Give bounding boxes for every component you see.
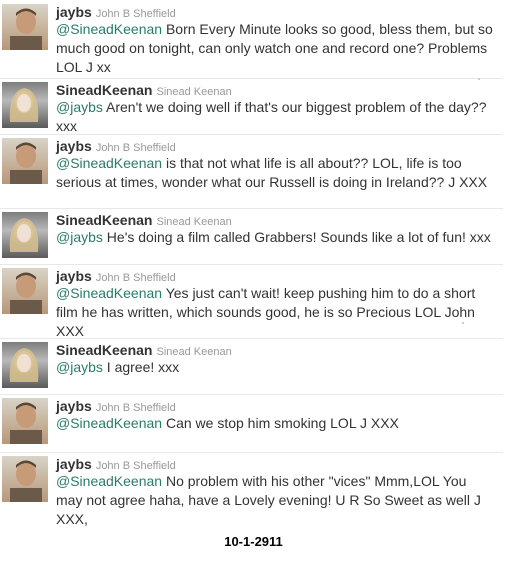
tweet-handle[interactable]: jaybs	[56, 138, 92, 154]
tweet: SineadKeenan Sinead Keenan @jaybs He's do…	[0, 208, 503, 265]
tweet-fullname: Sinead Keenan	[156, 346, 232, 358]
tweet-handle[interactable]: jaybs	[56, 4, 92, 20]
john-avatar[interactable]	[2, 4, 48, 50]
tweet-handle[interactable]: SineadKeenan	[56, 342, 152, 358]
tweet: jaybs John B Sheffield @SineadKeenan is t…	[0, 134, 503, 209]
tweet-handle[interactable]: jaybs	[56, 456, 92, 472]
tweet-text: @jaybs Aren't we doing well if that's ou…	[56, 98, 496, 136]
mention-link[interactable]: @jaybs	[56, 99, 103, 115]
tweet-body: I agree! xxx	[102, 359, 180, 375]
sinead-avatar[interactable]	[2, 342, 48, 388]
mention-link[interactable]: @SineadKeenan	[56, 415, 162, 431]
mention-link[interactable]: @SineadKeenan	[56, 473, 162, 489]
tweet-fullname: John B Sheffield	[95, 142, 176, 154]
tweet-text: @SineadKeenan No problem with his other …	[56, 472, 496, 529]
mention-link[interactable]: @jaybs	[56, 359, 103, 375]
mention-link[interactable]: @jaybs	[56, 229, 103, 245]
mention-link[interactable]: @SineadKeenan	[56, 21, 162, 37]
tweet-fullname: John B Sheffield	[95, 8, 176, 20]
tweet-fullname: Sinead Keenan	[156, 216, 232, 228]
mention-link[interactable]: @SineadKeenan	[56, 155, 162, 171]
tweet-fullname: John B Sheffield	[95, 402, 176, 414]
mention-link[interactable]: @SineadKeenan	[56, 285, 162, 301]
tweet-body: Can we stop him smoking LOL J XXX	[162, 415, 399, 431]
tweet-body: He's doing a film called Grabbers! Sound…	[102, 229, 491, 245]
date-caption: 10-1-2911	[224, 534, 283, 549]
john-avatar[interactable]	[2, 456, 48, 502]
tweet: jaybs John B Sheffield @SineadKeenan Can …	[0, 394, 503, 453]
tweet-text: @SineadKeenan is that not what life is a…	[56, 154, 496, 192]
tweet-handle[interactable]: SineadKeenan	[56, 212, 152, 228]
tweet-text: @SineadKeenan Yes just can't wait! keep …	[56, 284, 496, 341]
john-avatar[interactable]	[2, 138, 48, 184]
sinead-avatar[interactable]	[2, 82, 48, 128]
tweet: SineadKeenan Sinead Keenan @jaybs Aren't …	[0, 78, 503, 135]
tweet-text: @jaybs I agree! xxx	[56, 358, 496, 377]
tweet-fullname: John B Sheffield	[95, 272, 176, 284]
tweet: jaybs John B Sheffield @SineadKeenan Born…	[0, 0, 503, 79]
tweet-text: @SineadKeenan Born Every Minute looks so…	[56, 20, 496, 77]
john-avatar[interactable]	[2, 268, 48, 314]
tweet-fullname: Sinead Keenan	[156, 86, 232, 98]
tweet-fullname: John B Sheffield	[95, 460, 176, 472]
tweet: SineadKeenan Sinead Keenan @jaybs I agree…	[0, 338, 503, 395]
tweet-text: @SineadKeenan Can we stop him smoking LO…	[56, 414, 496, 433]
sinead-avatar[interactable]	[2, 212, 48, 258]
john-avatar[interactable]	[2, 398, 48, 444]
speck	[462, 322, 464, 324]
tweet: jaybs John B Sheffield @SineadKeenan No p…	[0, 452, 503, 528]
tweet-body: Aren't we doing well if that's our bigge…	[56, 99, 487, 134]
tweet-handle[interactable]: jaybs	[56, 398, 92, 414]
speck	[478, 78, 480, 80]
tweet-text: @jaybs He's doing a film called Grabbers…	[56, 228, 496, 247]
tweet: jaybs John B Sheffield @SineadKeenan Yes …	[0, 264, 503, 339]
tweet-handle[interactable]: SineadKeenan	[56, 82, 152, 98]
tweet-handle[interactable]: jaybs	[56, 268, 92, 284]
